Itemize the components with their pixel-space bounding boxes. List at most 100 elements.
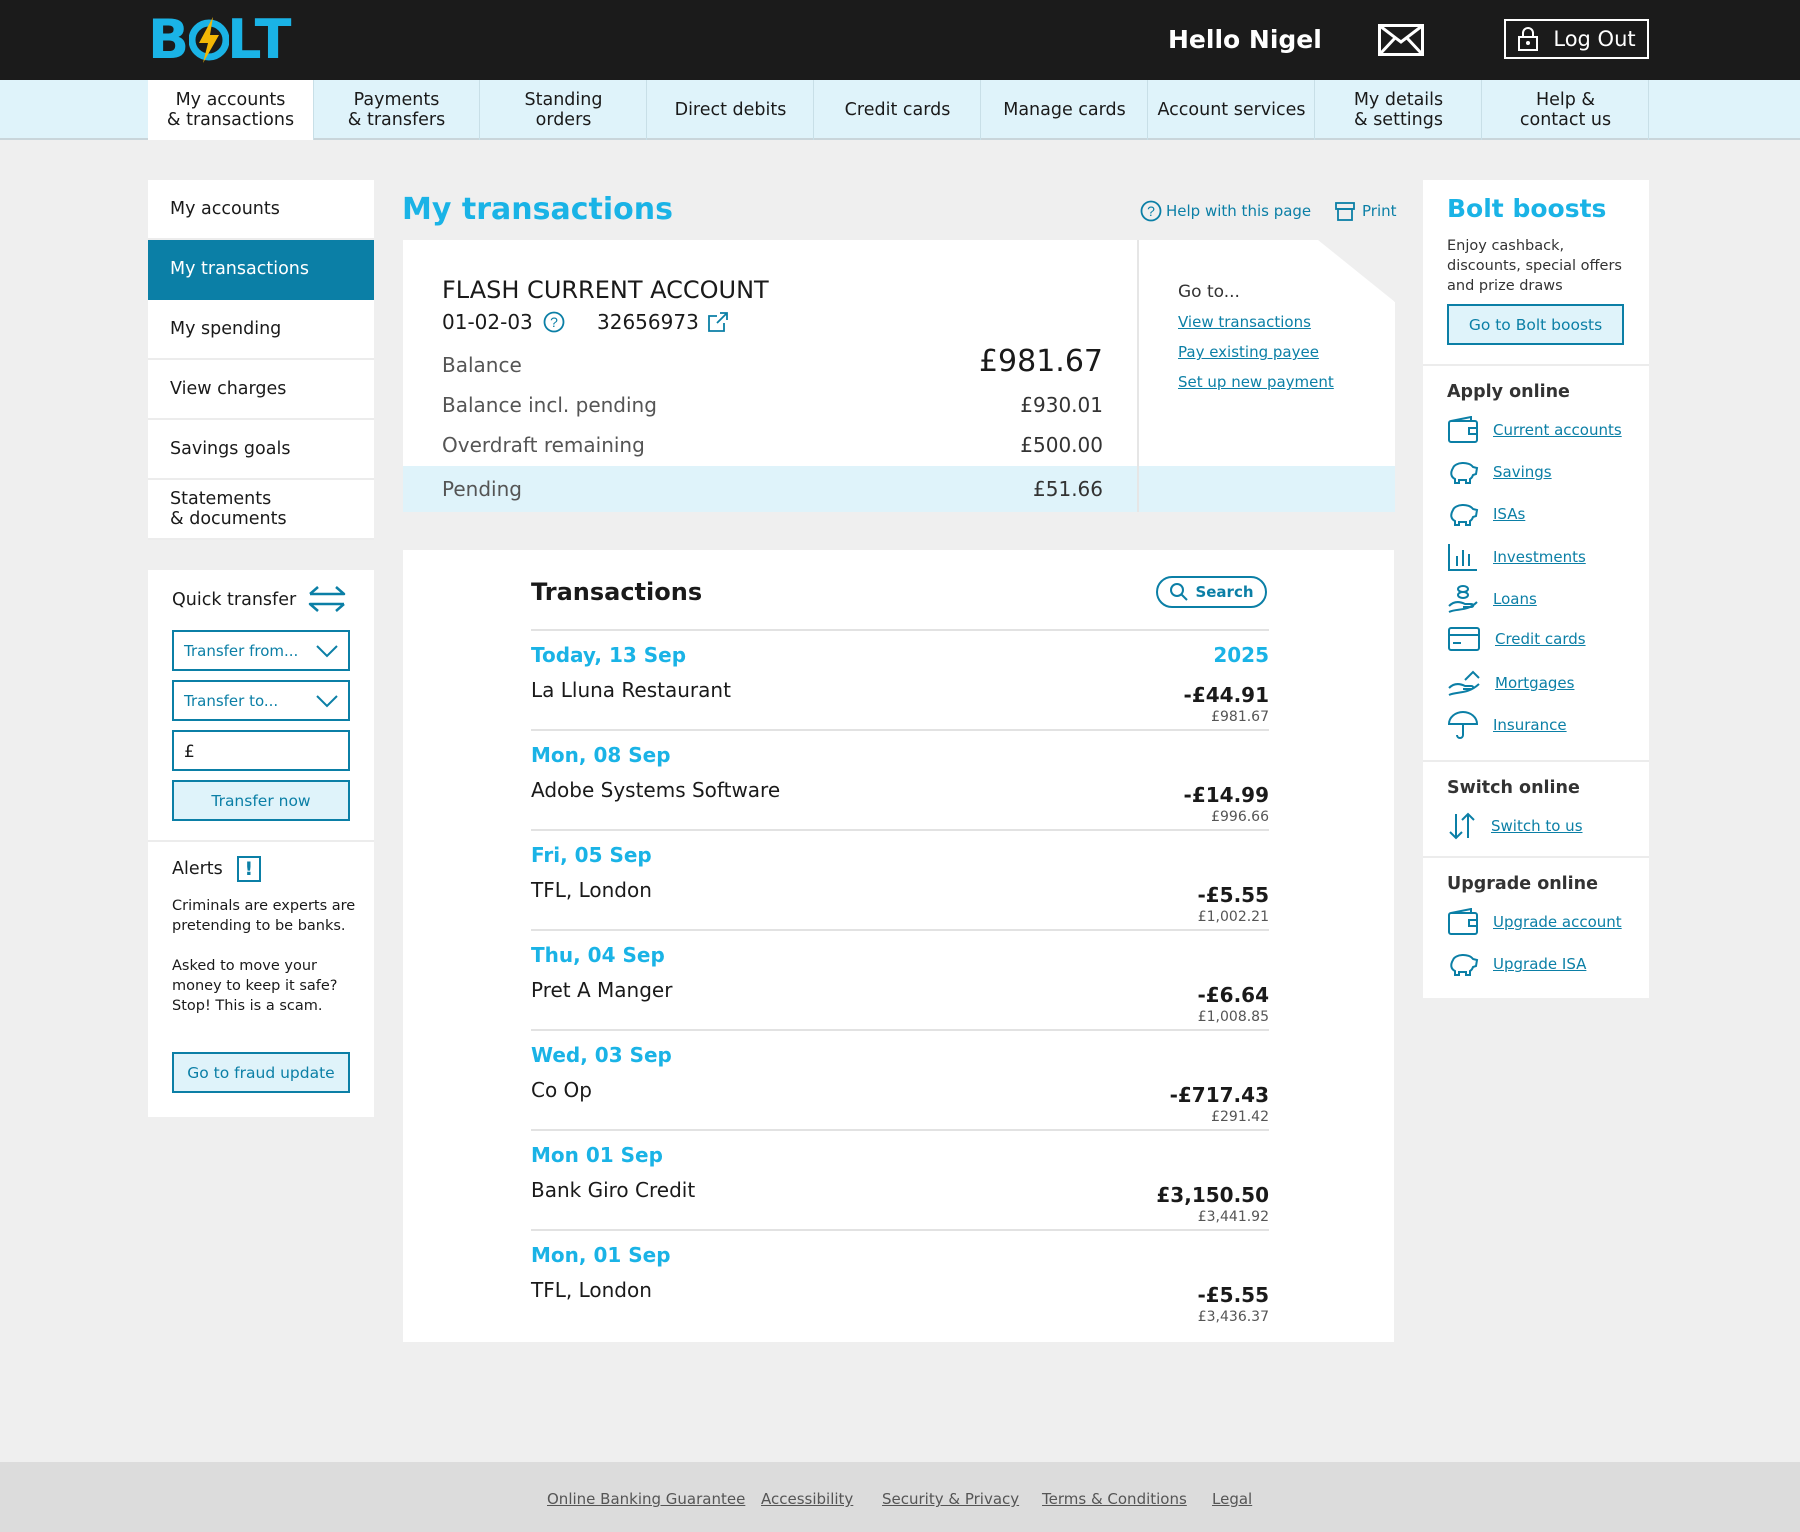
transfer-to-select[interactable]: Transfer to...: [172, 680, 350, 721]
nav-help-contact[interactable]: Help & contact us: [1483, 80, 1649, 140]
transfer-from-placeholder: Transfer from...: [184, 642, 299, 660]
apply-link-label: Investments: [1493, 548, 1586, 566]
transaction-row[interactable]: Wed, 03 Sep Co Op -£717.43 £291.42: [531, 1031, 1269, 1131]
balance-label: Balance: [442, 353, 522, 377]
transaction-row[interactable]: Mon, 01 Sep TFL, London -£5.55 £3,436.37: [531, 1231, 1269, 1331]
transaction-row[interactable]: Mon 01 Sep Bank Giro Credit £3,150.50 £3…: [531, 1131, 1269, 1231]
transaction-amount: -£717.43: [1169, 1083, 1269, 1107]
apply-savings-link[interactable]: Savings: [1447, 458, 1552, 486]
transaction-merchant: Co Op: [531, 1078, 592, 1102]
pay-existing-payee-link[interactable]: Pay existing payee: [1178, 343, 1319, 361]
amount-input[interactable]: £: [172, 730, 350, 771]
subnav-statements[interactable]: Statements & documents: [148, 480, 374, 540]
apply-investments-link[interactable]: Investments: [1447, 542, 1586, 572]
transaction-row[interactable]: Thu, 04 Sep Pret A Manger -£6.64 £1,008.…: [531, 931, 1269, 1031]
left-subnav: My accounts My transactions My spending …: [148, 180, 374, 540]
transfer-now-button[interactable]: Transfer now: [172, 780, 350, 821]
exclamation-icon: !: [236, 856, 261, 882]
search-button[interactable]: Search: [1156, 576, 1267, 608]
overdraft-label: Overdraft remaining: [442, 433, 645, 457]
footer-link-security[interactable]: Security & Privacy: [882, 1490, 1019, 1508]
footer-link-guarantee[interactable]: Online Banking Guarantee: [547, 1490, 745, 1508]
footer-link-accessibility[interactable]: Accessibility: [761, 1490, 853, 1508]
transactions-panel: Transactions Search Today, 13 Sep 2025 L…: [403, 550, 1394, 1342]
divider: [1423, 856, 1649, 858]
transaction-amount: -£14.99: [1183, 783, 1269, 807]
upgrade-account-link[interactable]: Upgrade account: [1447, 908, 1622, 936]
bolt-logo[interactable]: B LT: [148, 12, 293, 68]
transaction-row[interactable]: Fri, 05 Sep TFL, London -£5.55 £1,002.21: [531, 831, 1269, 931]
apply-credit-cards-link[interactable]: Credit cards: [1447, 626, 1586, 652]
sort-code: 01-02-03 ?: [442, 310, 565, 334]
subnav-my-transactions[interactable]: My transactions: [148, 240, 374, 300]
running-balance: £291.42: [1211, 1109, 1269, 1125]
running-balance: £1,008.85: [1197, 1009, 1269, 1025]
upgrade-isa-link[interactable]: Upgrade ISA: [1447, 950, 1586, 978]
svg-text:?: ?: [1147, 203, 1155, 219]
divider: [1137, 240, 1139, 512]
subnav-my-accounts[interactable]: My accounts: [148, 180, 374, 240]
lightning-bolt-icon: [189, 17, 230, 63]
divider: [1423, 760, 1649, 762]
nav-my-accounts[interactable]: My accounts & transactions: [148, 80, 314, 140]
alerts-header: Alerts !: [172, 856, 261, 882]
transaction-date: Thu, 04 Sep: [531, 943, 665, 967]
apply-mortgages-link[interactable]: Mortgages: [1447, 668, 1574, 698]
apply-isas-link[interactable]: ISAs: [1447, 500, 1525, 528]
subnav-view-charges[interactable]: View charges: [148, 360, 374, 420]
nav-manage-cards[interactable]: Manage cards: [982, 80, 1148, 140]
transaction-row[interactable]: Today, 13 Sep 2025 La Lluna Restaurant -…: [531, 631, 1269, 731]
mail-icon[interactable]: [1378, 24, 1424, 56]
overdraft-value: £500.00: [1020, 433, 1103, 457]
view-transactions-link[interactable]: View transactions: [1178, 313, 1311, 331]
piggy-bank-icon: [1450, 504, 1479, 526]
logout-button[interactable]: Log Out: [1504, 19, 1649, 59]
apply-link-label: Current accounts: [1493, 421, 1622, 439]
goto-title: Go to...: [1178, 282, 1240, 302]
pending-label: Pending: [442, 477, 522, 501]
transaction-amount: -£44.91: [1183, 683, 1269, 707]
external-link-icon[interactable]: [707, 311, 729, 333]
subnav-my-spending[interactable]: My spending: [148, 300, 374, 360]
alerts-title: Alerts: [172, 859, 223, 879]
footer-link-legal[interactable]: Legal: [1212, 1490, 1252, 1508]
nav-my-details[interactable]: My details & settings: [1316, 80, 1482, 140]
fraud-update-button[interactable]: Go to fraud update: [172, 1052, 350, 1093]
hand-house-icon: [1448, 670, 1480, 696]
transaction-date: Wed, 03 Sep: [531, 1043, 672, 1067]
apply-insurance-link[interactable]: Insurance: [1447, 710, 1567, 740]
quick-transfer-title: Quick transfer: [172, 590, 297, 610]
transaction-amount: -£5.55: [1197, 1283, 1269, 1307]
help-icon: ?: [1140, 200, 1162, 222]
subnav-savings-goals[interactable]: Savings goals: [148, 420, 374, 480]
set-up-new-payment-link[interactable]: Set up new payment: [1178, 373, 1334, 391]
transaction-merchant: Bank Giro Credit: [531, 1178, 696, 1202]
hand-coins-icon: [1448, 585, 1478, 613]
bar-chart-icon: [1448, 544, 1477, 571]
transaction-merchant: Adobe Systems Software: [531, 778, 781, 802]
printer-icon: [1335, 202, 1355, 221]
footer: Online Banking Guarantee Accessibility S…: [0, 1462, 1800, 1532]
transaction-row[interactable]: Mon, 08 Sep Adobe Systems Software -£14.…: [531, 731, 1269, 831]
divider: [1423, 364, 1649, 366]
transaction-merchant: Pret A Manger: [531, 978, 673, 1002]
nav-standing-orders[interactable]: Standing orders: [481, 80, 647, 140]
nav-credit-cards[interactable]: Credit cards: [815, 80, 981, 140]
apply-link-label: Credit cards: [1495, 630, 1586, 648]
nav-payments[interactable]: Payments & transfers: [314, 80, 480, 140]
bolt-boosts-button[interactable]: Go to Bolt boosts: [1447, 304, 1624, 345]
nav-account-services[interactable]: Account services: [1149, 80, 1315, 140]
pending-highlight: [403, 466, 1395, 512]
apply-loans-link[interactable]: Loans: [1447, 584, 1537, 614]
footer-link-terms[interactable]: Terms & Conditions: [1042, 1490, 1187, 1508]
pending-incl-label: Balance incl. pending: [442, 393, 657, 417]
apply-current-accounts-link[interactable]: Current accounts: [1447, 416, 1622, 444]
switch-to-us-link[interactable]: Switch to us: [1447, 812, 1583, 840]
help-icon[interactable]: ?: [543, 311, 565, 333]
print-link[interactable]: Print: [1334, 200, 1397, 222]
help-link[interactable]: ? Help with this page: [1140, 200, 1311, 222]
nav-direct-debits[interactable]: Direct debits: [648, 80, 814, 140]
pending-incl-value: £930.01: [1020, 393, 1103, 417]
transfer-from-select[interactable]: Transfer from...: [172, 630, 350, 671]
main-nav: My accounts & transactions Payments & tr…: [0, 80, 1800, 140]
